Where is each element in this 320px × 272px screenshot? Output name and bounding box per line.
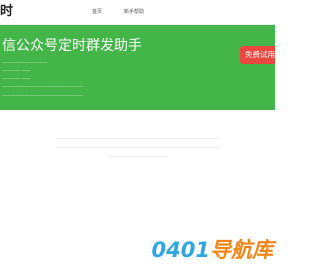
nav-item-home[interactable]: 首页 [92, 8, 102, 16]
banner-info-line: ———— —— [2, 77, 31, 82]
watermark-text: 导航库 [210, 238, 273, 262]
footer-text: ————————————————————————————————————————… [55, 145, 220, 149]
hero-banner: 信公众号定时群发助手 —————————— ———— —— ———— —— ——… [0, 25, 275, 110]
site-logo[interactable]: 时 [0, 4, 13, 20]
banner-info-line: ———— —— [2, 69, 31, 74]
free-trial-button[interactable]: 免费试用 [240, 46, 275, 64]
footer-text: ————————————————— [107, 154, 168, 158]
footer-text: ————————————————————————————————————————… [55, 136, 220, 140]
top-navigation-bar: 时 首页 新手帮助 [0, 0, 275, 25]
banner-info-line: —————————————————— [2, 94, 83, 99]
watermark-number: 0401 [151, 238, 210, 262]
banner-info-line: —————————————————— [2, 85, 83, 90]
page-title: 信公众号定时群发助手 [2, 38, 142, 54]
nav-item-help[interactable]: 新手帮助 [124, 8, 144, 16]
banner-info-line: —————————— [2, 61, 47, 66]
watermark: 0401导航库 [152, 238, 273, 262]
